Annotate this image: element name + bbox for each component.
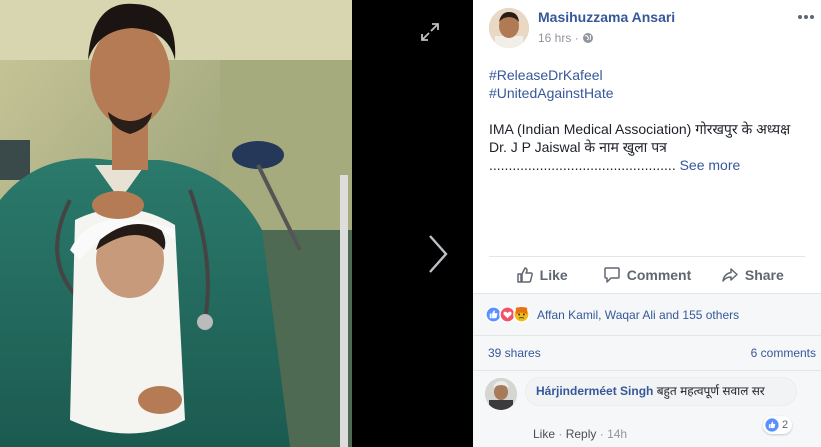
post-text-line-2: Dr. J P Jaiswal के नाम खुला पत्र [489,139,667,155]
shares-count[interactable]: 39 shares [488,346,541,360]
author-avatar[interactable] [489,8,529,48]
see-more-link[interactable]: See more [680,157,741,173]
comment-reaction-count: 2 [782,419,789,431]
meta-dot-2: · [599,427,604,441]
more-options-icon[interactable] [797,10,815,22]
meta-dot-1: · [558,427,563,441]
comment-button-label: Comment [626,267,692,283]
comments-count[interactable]: 6 comments [751,346,816,360]
like-reaction-icon [765,418,779,432]
post-timestamp[interactable]: 16 hrs · [538,31,579,45]
like-button-label: Like [539,267,568,283]
post-photo[interactable] [0,0,352,447]
post-text-line-3: ........................................… [489,156,809,174]
post-header: Masihuzzama Ansari 16 hrs · [473,0,821,56]
comment-meta: Like · Reply · 14h [533,427,627,441]
reactors-text[interactable]: Affan Kamil, Waqar Ali and 155 others [537,308,739,322]
comment-text: बहुत महत्वपूर्ण सवाल सर [656,384,765,398]
author-name[interactable]: Masihuzzama Ansari [538,9,675,25]
comment-like-link[interactable]: Like [533,427,555,441]
globe-icon[interactable] [582,31,594,43]
post-text: IMA (Indian Medical Association) गोरखपुर… [489,120,809,174]
post-time-text[interactable]: 16 hrs [538,31,571,45]
share-button-label: Share [744,267,784,283]
time-separator: · [574,31,579,45]
photo-illustration [0,0,352,447]
hashtag-united-against-hate[interactable]: #UnitedAgainstHate [489,84,809,102]
reactions-summary: Affan Kamil, Waqar Ali and 155 others [473,293,821,335]
comment-button[interactable]: Comment [594,257,699,293]
angry-reaction-icon [513,306,530,323]
share-button[interactable]: Share [700,257,805,293]
comment-bubble: Hárjinderméet Singh बहुत महत्वपूर्ण सवाल… [525,377,797,406]
comment-reply-link[interactable]: Reply [566,427,597,441]
comment-reaction-badge[interactable]: 2 [763,416,793,434]
hashtag-release-dr-kafeel[interactable]: #ReleaseDrKafeel [489,66,809,84]
share-arrow-icon [722,268,738,282]
thumbs-up-icon [516,267,533,283]
reaction-icons[interactable] [485,306,530,323]
comment-icon [603,267,620,283]
comment-time[interactable]: 14h [607,427,627,441]
commenter-name[interactable]: Hárjinderméet Singh [536,384,653,398]
commenter-avatar[interactable] [485,378,517,410]
expand-icon[interactable] [418,20,442,44]
post-side-panel: Masihuzzama Ansari 16 hrs · #ReleaseDrKa… [473,0,821,447]
like-button[interactable]: Like [489,257,594,293]
photo-viewer [0,0,473,447]
post-text-line-1: IMA (Indian Medical Association) गोरखपुर… [489,121,791,137]
post-action-bar: Like Comment Share [489,256,805,293]
engagement-counts: 39 shares 6 comments [473,335,821,370]
chevron-right-icon[interactable] [424,232,450,276]
comments-section: Hárjinderméet Singh बहुत महत्वपूर्ण सवाल… [473,370,821,447]
post-body: #ReleaseDrKafeel #UnitedAgainstHate IMA … [489,66,809,174]
post-text-ellipsis: ........................................… [489,157,676,173]
